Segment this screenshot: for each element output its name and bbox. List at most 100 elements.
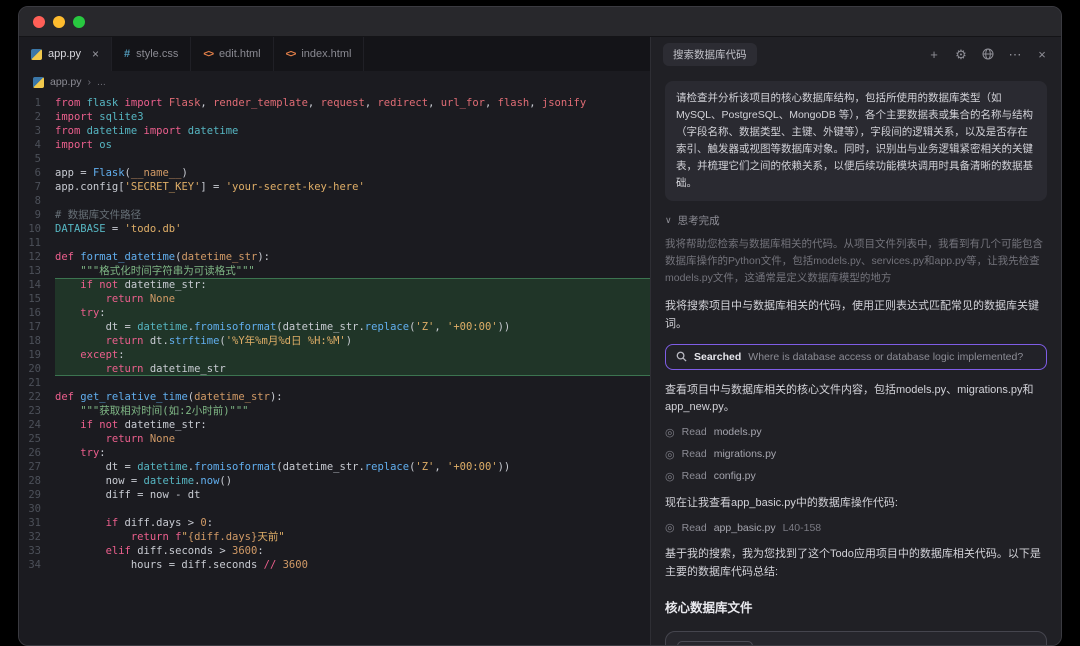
code-line: 11	[19, 236, 650, 250]
breadcrumb-separator-icon: ›	[87, 76, 92, 88]
close-tab-icon[interactable]: ×	[92, 48, 99, 60]
editor-pane: app.py × # style.css <> edit.html <> ind…	[19, 37, 651, 645]
code-line-text: hours = diff.seconds // 3600	[55, 559, 308, 571]
code-line-text: return None	[55, 292, 650, 306]
line-number: 7	[34, 181, 41, 193]
chat-scroll-area[interactable]: 请检查并分析该项目的核心数据库结构，包括所使用的数据库类型（如 MySQL、Po…	[651, 71, 1061, 645]
minimize-window-button[interactable]	[53, 15, 65, 28]
code-line-text: if diff.days > 0:	[105, 517, 214, 529]
code-line: 32 return f"{diff.days}天前"	[19, 530, 650, 544]
line-number: 3	[34, 125, 41, 137]
browser-button[interactable]	[981, 48, 995, 60]
line-number: 25	[28, 433, 41, 445]
code-line: 12 def format_datetime(datetime_str):	[19, 250, 650, 264]
close-panel-button[interactable]: ×	[1035, 48, 1049, 61]
assistant-panel: 搜索数据库代码 + ⚙ ⋯ × 请检查并分析该项目的核心数据库结构，包括所使用的…	[651, 37, 1061, 645]
panel-header-actions: + ⚙ ⋯ ×	[927, 48, 1049, 61]
search-action-label: Searched	[694, 350, 742, 363]
code-line-text: return dt.strftime('%Y年%m月%d日 %H:%M')	[55, 334, 650, 348]
line-number: 34	[28, 559, 41, 571]
line-number: 1	[34, 97, 41, 109]
line-number: 22	[28, 391, 41, 403]
thinking-toggle[interactable]: ∨ 思考完成	[665, 213, 1047, 228]
code-line: 1 from flask import Flask, render_templat…	[19, 96, 650, 110]
line-number: 6	[34, 167, 41, 179]
ellipsis-icon: ⋯	[1008, 46, 1022, 62]
code-line-text: import sqlite3	[55, 111, 144, 123]
tab-label: app.py	[48, 48, 82, 60]
code-line: 16 try:	[19, 306, 650, 320]
code-line: 8	[19, 194, 650, 208]
code-line-text: """获取相对时间(如:2小时前)"""	[55, 405, 249, 417]
python-icon	[31, 48, 42, 60]
code-line-text: dt = datetime.fromisoformat(datetime_str…	[55, 320, 650, 334]
read-file-name: migrations.py	[713, 448, 777, 461]
code-line-text: def get_relative_time(datetime_str):	[55, 391, 283, 403]
globe-icon	[982, 48, 994, 60]
add-context-label: 添加上下文	[695, 644, 745, 645]
line-number: 17	[28, 321, 41, 333]
css-hash-icon: #	[124, 48, 131, 60]
tab-style-css[interactable]: # style.css	[112, 37, 192, 71]
line-number: 15	[28, 293, 41, 305]
code-line: 18 return dt.strftime('%Y年%m月%d日 %H:%M')	[19, 334, 650, 348]
search-action-chip[interactable]: Searched Where is database access or dat…	[665, 343, 1047, 370]
assistant-message: 现在让我查看app_basic.py中的数据库操作代码:	[665, 496, 898, 509]
code-line-text: try:	[55, 306, 650, 320]
code-line: 4 import os	[19, 138, 650, 152]
add-context-button[interactable]: + 添加上下文	[677, 640, 753, 645]
code-line: 17 dt = datetime.fromisoformat(datetime_…	[19, 320, 650, 334]
new-chat-button[interactable]: +	[927, 48, 941, 61]
read-action-label: Read	[681, 448, 707, 461]
line-number: 16	[28, 307, 41, 319]
read-icon: ◎	[665, 448, 675, 461]
line-number: 13	[28, 265, 41, 277]
code-line: 29 diff = now - dt	[19, 488, 650, 502]
message-composer[interactable]: + 添加上下文 提出问题、编辑代码或一起构建某些东西	[665, 630, 1047, 645]
code-line: 27 dt = datetime.fromisoformat(datetime_…	[19, 460, 650, 474]
code-area[interactable]: 1 from flask import Flask, render_templat…	[19, 93, 650, 645]
line-number: 26	[28, 447, 41, 459]
code-line-text: if not datetime_str:	[55, 278, 650, 292]
code-line-text: from flask import Flask, render_template…	[55, 97, 587, 109]
code-line-text: if not datetime_str:	[80, 419, 207, 431]
read-file-name: models.py	[713, 426, 762, 439]
code-line-text: import os	[55, 139, 112, 151]
read-file-row[interactable]: ◎ Read migrations.py	[665, 448, 1047, 461]
read-line-range: L40-158	[782, 521, 822, 534]
assistant-message: 基于我的搜索，我为您找到了这个Todo应用项目中的数据库相关代码。以下是主要的数…	[665, 548, 1041, 578]
line-number: 12	[28, 251, 41, 263]
assistant-message: 我将搜索项目中与数据库相关的代码，使用正则表达式匹配常见的数据库关键词。	[665, 300, 1039, 330]
read-icon: ◎	[665, 470, 675, 483]
code-line: 24 if not datetime_str:	[19, 418, 650, 432]
thinking-toggle-label: 思考完成	[677, 215, 720, 227]
code-line: 10 DATABASE = 'todo.db'	[19, 222, 650, 236]
read-file-row[interactable]: ◎ Read models.py	[665, 426, 1047, 439]
code-line-text: app = Flask(__name__)	[55, 167, 188, 179]
close-window-button[interactable]	[33, 15, 45, 28]
read-file-row[interactable]: ◎ Read config.py	[665, 470, 1047, 483]
code-line-text: # 数据库文件路径	[55, 209, 142, 221]
conversation-title[interactable]: 搜索数据库代码	[663, 42, 757, 66]
tab-label: index.html	[301, 48, 352, 60]
line-number: 28	[28, 475, 41, 487]
code-line-text: elif diff.seconds > 3600:	[105, 545, 264, 557]
code-line: 15 return None	[19, 292, 650, 306]
tab-index-html[interactable]: <> index.html	[274, 37, 365, 71]
titlebar	[19, 7, 1061, 37]
code-line: 26 try:	[19, 446, 650, 460]
more-options-button[interactable]: ⋯	[1008, 48, 1022, 61]
read-action-label: Read	[681, 470, 707, 483]
close-icon: ×	[1038, 46, 1046, 62]
settings-button[interactable]: ⚙	[954, 48, 968, 61]
zoom-window-button[interactable]	[73, 15, 85, 28]
breadcrumb-more: ...	[97, 76, 106, 88]
tab-app-py[interactable]: app.py ×	[19, 37, 113, 71]
line-number: 8	[34, 195, 41, 207]
tab-edit-html[interactable]: <> edit.html	[191, 37, 274, 71]
breadcrumb[interactable]: app.py › ...	[19, 71, 650, 93]
read-file-row[interactable]: ◎ Read app_basic.py L40-158	[665, 521, 1047, 535]
